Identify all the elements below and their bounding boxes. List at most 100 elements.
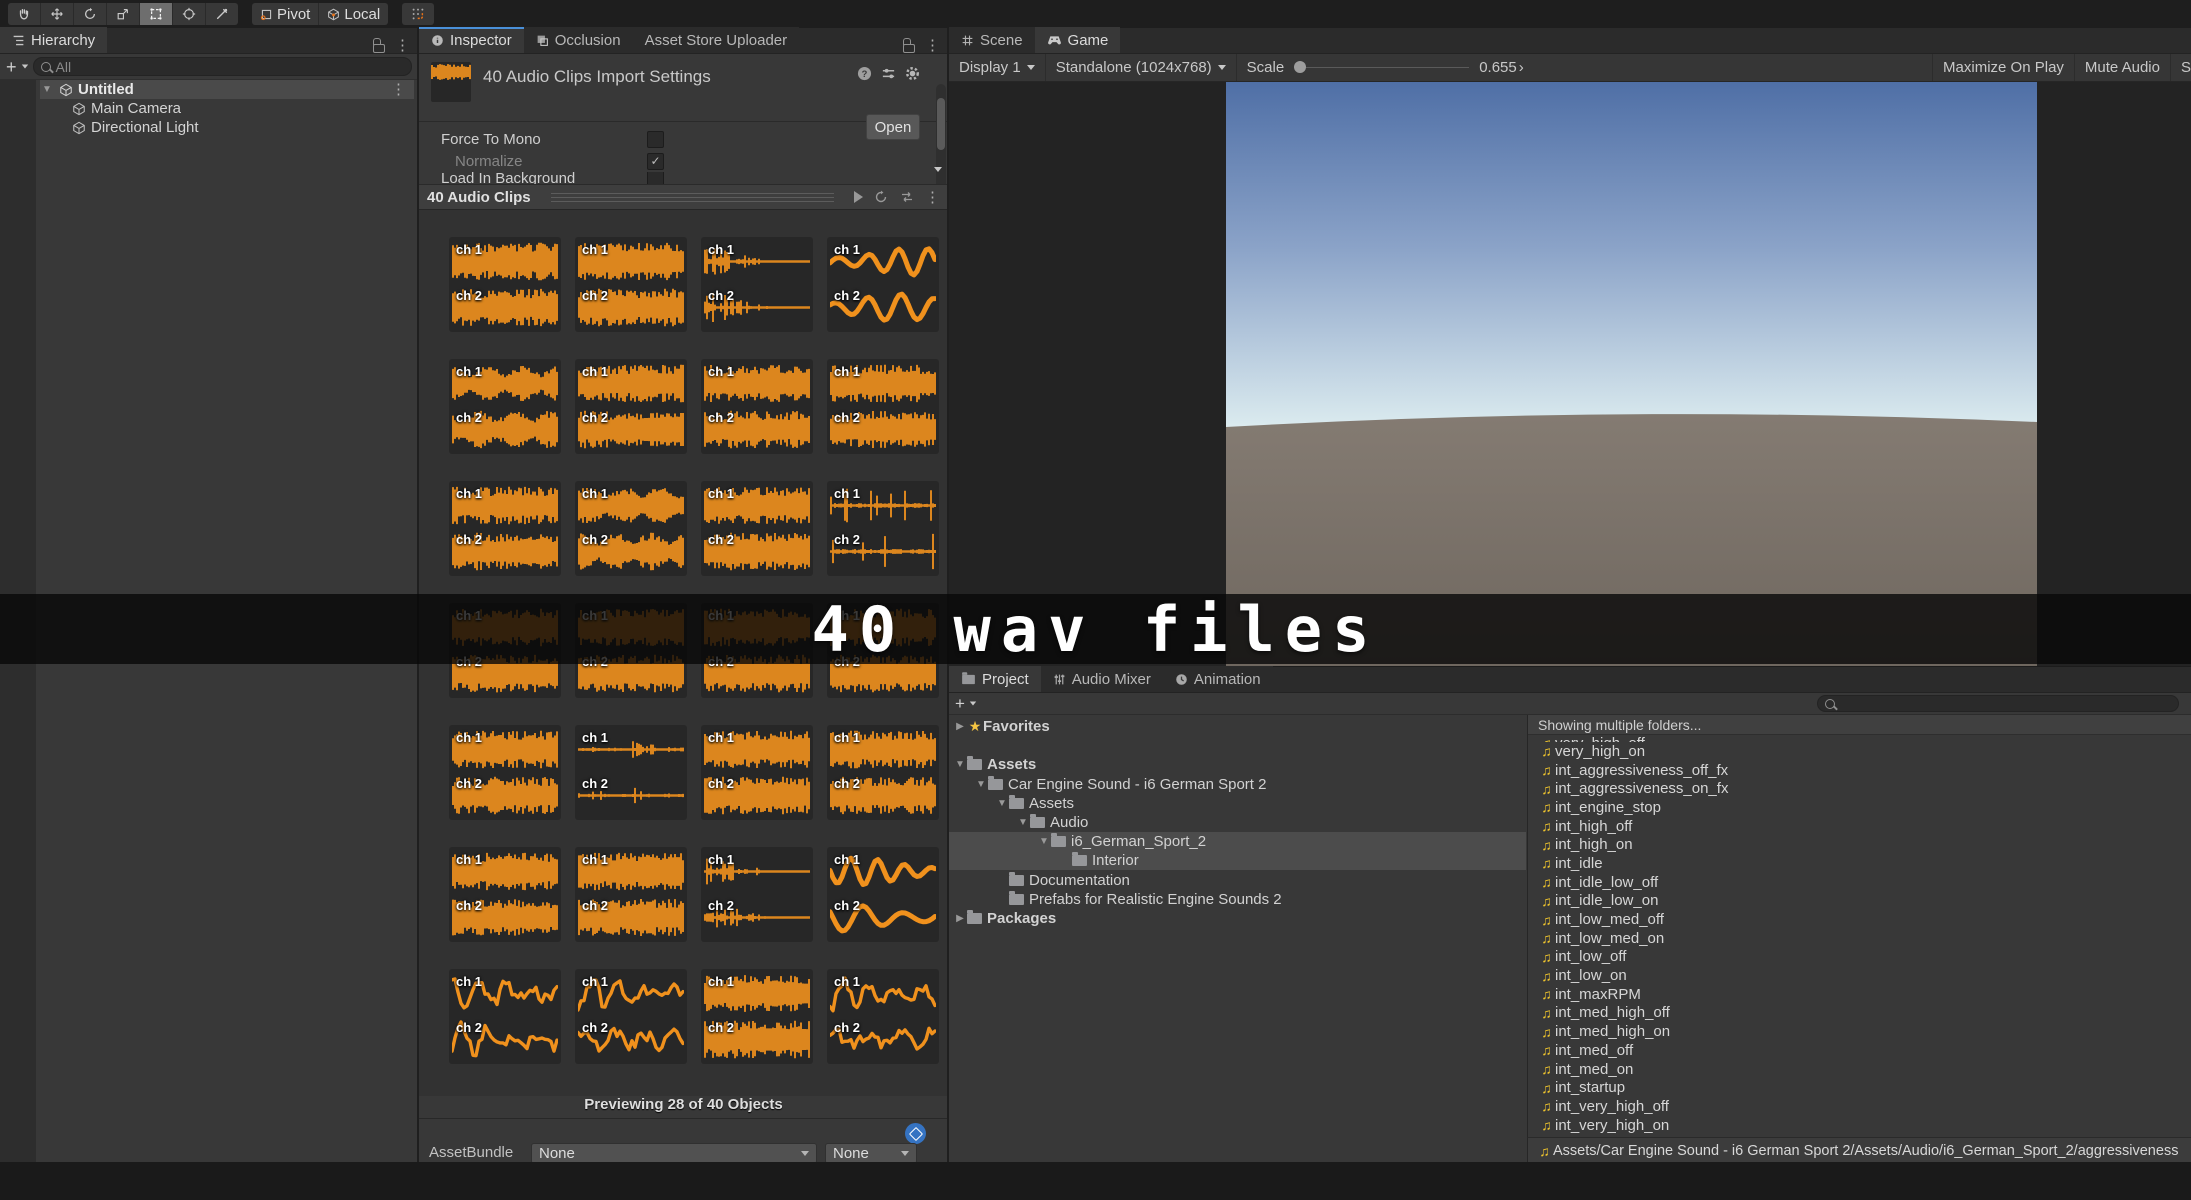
hierarchy-item-scene[interactable]: ▼ Untitled ⋮	[40, 80, 414, 99]
scale-tool-button[interactable]	[107, 3, 140, 25]
file-item-int_engine_stop[interactable]: ♫ int_engine_stop	[1528, 798, 2191, 817]
normalize-checkbox[interactable]: ✓	[647, 152, 664, 170]
file-item-partial[interactable]: ♫very_high_off	[1528, 735, 2191, 742]
local-toggle-button[interactable]: Local	[319, 3, 389, 25]
project-search-input[interactable]	[1817, 695, 2179, 712]
file-item-int_aggressiveness_off_fx[interactable]: ♫ int_aggressiveness_off_fx	[1528, 761, 2191, 780]
preview-resize-grip[interactable]	[550, 192, 834, 202]
audioclip-preview-cell[interactable]: ch 1 ch 2	[827, 481, 939, 576]
foldout-collapsed-icon[interactable]: ▶	[953, 913, 967, 924]
tree-item-assets[interactable]: ▼ Assets	[949, 794, 1526, 813]
play-icon[interactable]	[854, 191, 863, 203]
foldout-expanded-icon[interactable]: ▼	[953, 759, 967, 770]
audioclip-preview-cell[interactable]: ch 1 ch 2	[575, 725, 687, 820]
audioclip-preview-cell[interactable]: ch 1 ch 2	[701, 725, 813, 820]
foldout-collapsed-icon[interactable]: ▶	[953, 721, 967, 732]
move-tool-button[interactable]	[41, 3, 74, 25]
hierarchy-item-directional-light[interactable]: Directional Light	[40, 118, 446, 137]
audioclip-preview-cell[interactable]: ch 1 ch 2	[827, 969, 939, 1064]
file-item-int_low_off[interactable]: ♫ int_low_off	[1528, 948, 2191, 967]
audioclip-preview-cell[interactable]: ch 1 ch 2	[449, 847, 561, 942]
cycle-icon[interactable]	[899, 189, 915, 205]
audioclip-preview-cell[interactable]: ch 1 ch 2	[449, 969, 561, 1064]
scale-expander-icon[interactable]: ›	[1519, 59, 1524, 76]
audioclip-preview-cell[interactable]: ch 1 ch 2	[575, 359, 687, 454]
file-item-int_med_on[interactable]: ♫ int_med_on	[1528, 1060, 2191, 1079]
file-item-int_idle_low_off[interactable]: ♫ int_idle_low_off	[1528, 873, 2191, 892]
audioclip-preview-cell[interactable]: ch 1 ch 2	[827, 359, 939, 454]
tab-hierarchy[interactable]: Hierarchy	[0, 27, 108, 53]
tab-animation[interactable]: Animation	[1162, 666, 1273, 692]
project-add-caret-icon[interactable]	[969, 701, 977, 706]
hierarchy-item-main-camera[interactable]: Main Camera	[40, 99, 446, 118]
file-item-int_med_high_off[interactable]: ♫ int_med_high_off	[1528, 1004, 2191, 1023]
pivot-toggle-button[interactable]: Pivot	[252, 3, 320, 25]
foldout-expanded-icon[interactable]: ▼	[995, 798, 1009, 809]
presets-icon[interactable]	[881, 66, 896, 81]
scale-slider-knob[interactable]	[1294, 61, 1307, 73]
audioclip-preview-cell[interactable]: ch 1 ch 2	[449, 237, 561, 332]
hierarchy-search-input[interactable]: All	[32, 57, 412, 76]
audioclip-preview-cell[interactable]: ch 1 ch 2	[827, 237, 939, 332]
hierarchy-add-button[interactable]: +	[6, 58, 17, 76]
audioclip-preview-cell[interactable]: ch 1 ch 2	[575, 969, 687, 1064]
audioclip-preview-cell[interactable]: ch 1 ch 2	[701, 359, 813, 454]
tree-item-audio[interactable]: ▼ Audio	[949, 813, 1526, 832]
assetbundle-variant-dropdown[interactable]: None	[825, 1143, 917, 1164]
audioclip-preview-cell[interactable]: ch 1 ch 2	[575, 237, 687, 332]
assetlabel-tag-button[interactable]	[905, 1123, 926, 1144]
foldout-expanded-icon[interactable]: ▼	[974, 779, 988, 790]
hand-tool-button[interactable]	[8, 3, 41, 25]
audioclip-preview-cell[interactable]: ch 1 ch 2	[449, 725, 561, 820]
tab-inspector[interactable]: Inspector	[419, 27, 524, 53]
file-item-int_startup[interactable]: ♫ int_startup	[1528, 1078, 2191, 1097]
tab-occlusion[interactable]: Occlusion	[523, 27, 633, 53]
scale-slider[interactable]	[1294, 61, 1470, 73]
file-item-int_very_high_on[interactable]: ♫ int_very_high_on	[1528, 1116, 2191, 1135]
audioclip-preview-cell[interactable]: ch 1 ch 2	[827, 847, 939, 942]
preview-menu-icon[interactable]: ⋮	[925, 190, 940, 205]
audioclip-preview-cell[interactable]: ch 1 ch 2	[701, 237, 813, 332]
lock-icon[interactable]	[373, 37, 385, 53]
tab-project[interactable]: Project	[949, 666, 1041, 692]
scene-menu-icon[interactable]: ⋮	[391, 82, 406, 97]
tree-item-documentation[interactable]: Documentation	[949, 871, 1526, 890]
audioclip-preview-cell[interactable]: ch 1 ch 2	[575, 481, 687, 576]
file-item-int_med_off[interactable]: ♫ int_med_off	[1528, 1041, 2191, 1060]
file-item-int_aggressiveness_on_fx[interactable]: ♫ int_aggressiveness_on_fx	[1528, 779, 2191, 798]
tab-game[interactable]: Game	[1034, 27, 1121, 53]
audioclip-preview-cell[interactable]: ch 1 ch 2	[701, 969, 813, 1064]
grid-snap-button[interactable]	[402, 3, 435, 25]
tree-item-prefabs-for-realistic-engine-sounds-2[interactable]: Prefabs for Realistic Engine Sounds 2	[949, 890, 1526, 909]
help-icon[interactable]: ?	[857, 66, 872, 81]
hierarchy-add-caret-icon[interactable]	[21, 64, 28, 69]
tab-scene[interactable]: Scene	[949, 27, 1035, 53]
foldout-expanded-icon[interactable]: ▼	[40, 84, 54, 95]
mute-audio-toggle[interactable]: Mute Audio	[2075, 54, 2171, 81]
audioclip-preview-cell[interactable]: ch 1 ch 2	[701, 847, 813, 942]
audioclip-preview-cell[interactable]: ch 1 ch 2	[701, 481, 813, 576]
loop-icon[interactable]	[873, 189, 889, 205]
file-item-int_low_med_off[interactable]: ♫ int_low_med_off	[1528, 910, 2191, 929]
rect-tool-button[interactable]	[140, 3, 173, 25]
rotate-tool-button[interactable]	[74, 3, 107, 25]
audioclip-preview-cell[interactable]: ch 1 ch 2	[827, 725, 939, 820]
file-item-int_very_high_off[interactable]: ♫ int_very_high_off	[1528, 1097, 2191, 1116]
maximize-on-play-toggle[interactable]: Maximize On Play	[1932, 54, 2075, 81]
file-item-int_low_med_on[interactable]: ♫ int_low_med_on	[1528, 929, 2191, 948]
file-item-very_high_on[interactable]: ♫ very_high_on	[1528, 742, 2191, 761]
foldout-expanded-icon[interactable]: ▼	[1016, 817, 1030, 828]
display-dropdown[interactable]: Display 1	[949, 54, 1046, 81]
load-in-background-checkbox[interactable]	[647, 172, 664, 184]
file-item-int_med_high_on[interactable]: ♫ int_med_high_on	[1528, 1022, 2191, 1041]
file-item-int_low_on[interactable]: ♫ int_low_on	[1528, 966, 2191, 985]
assetbundle-dropdown[interactable]: None	[531, 1143, 817, 1164]
project-add-button[interactable]: +	[955, 695, 965, 712]
inspector-menu-icon[interactable]: ⋮	[925, 38, 940, 53]
resolution-dropdown[interactable]: Standalone (1024x768)	[1046, 54, 1237, 81]
file-item-int_maxRPM[interactable]: ♫ int_maxRPM	[1528, 985, 2191, 1004]
tree-item-packages[interactable]: ▶ Packages	[949, 909, 1526, 928]
audioclip-preview-cell[interactable]: ch 1 ch 2	[449, 359, 561, 454]
audioclip-preview-cell[interactable]: ch 1 ch 2	[575, 847, 687, 942]
hierarchy-menu-icon[interactable]: ⋮	[395, 38, 410, 53]
